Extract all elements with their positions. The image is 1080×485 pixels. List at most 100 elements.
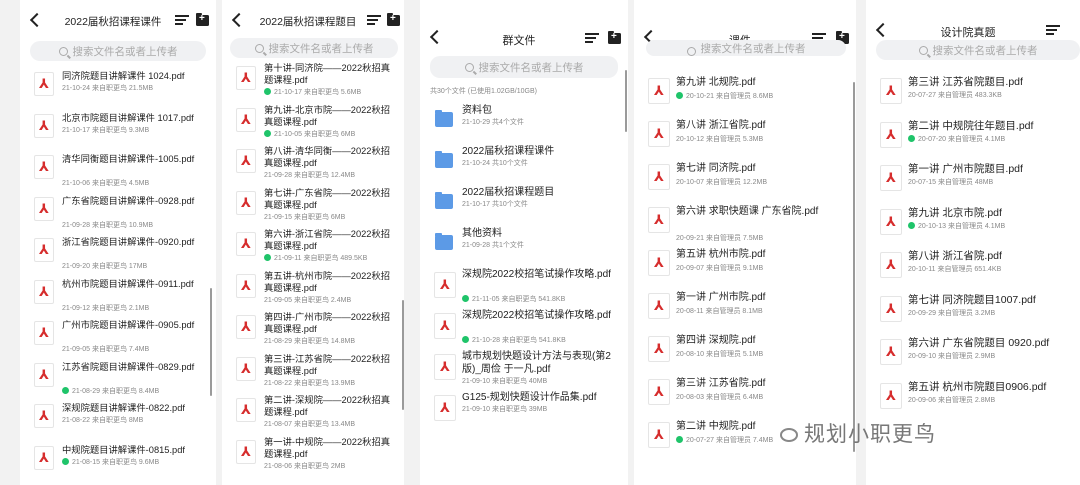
back-arrow-icon[interactable] bbox=[26, 10, 46, 30]
new-folder-icon[interactable] bbox=[387, 13, 400, 26]
sort-icon[interactable] bbox=[175, 15, 189, 27]
file-list-item[interactable]: ⅄ 第六讲-浙江省院——2022秋招真题课程.pdf 21-09-11 来自职更鸟 … bbox=[222, 228, 404, 270]
downloaded-check-icon bbox=[676, 436, 683, 443]
new-folder-icon[interactable] bbox=[196, 13, 209, 26]
file-meta: 21-10-24 来自职更鸟 21.5MB bbox=[62, 83, 153, 93]
file-list-item[interactable]: ⅄ 中规院题目讲解课件-0815.pdf 21-08-15 来自职更鸟 9.6MB bbox=[20, 444, 216, 485]
file-meta-text: 21-09-10 来自职更鸟 39MB bbox=[462, 406, 548, 413]
file-list-item[interactable]: ⅄ 第四讲 深规院.pdf 20-08-10 来自管理员 5.1MB bbox=[634, 334, 856, 377]
file-meta-text: 21-09-05 来自职更鸟 2.4MB bbox=[264, 296, 352, 304]
pdf-file-icon: ⅄ bbox=[648, 379, 670, 405]
file-meta: 21-10-29 共4个文件 bbox=[462, 117, 524, 127]
file-list-item[interactable]: ⅄ 第五讲 杭州市院.pdf 20-09-07 来自管理员 9.1MB bbox=[634, 248, 856, 291]
file-list-item[interactable]: ⅄ G125-规划快题设计作品集.pdf 21-09-10 来自职更鸟 39MB bbox=[420, 391, 628, 432]
file-meta: 20-07-27 来自管理员 7.4MB bbox=[676, 435, 773, 445]
file-list-item[interactable]: ⅄ 第一讲-中规院——2022秋招真题课程.pdf 21-08-06 来自职更鸟 2… bbox=[222, 436, 404, 478]
file-list-item[interactable]: ⅄ 第九讲 北规院.pdf 20-10-21 来自管理员 8.6MB bbox=[634, 76, 856, 119]
back-arrow-icon[interactable] bbox=[426, 27, 446, 47]
search-input[interactable]: 搜索文件名或者上传者 bbox=[30, 41, 206, 61]
file-list-item[interactable]: ⅄ 第三讲 江苏省院.pdf 20-08-03 来自管理员 6.4MB bbox=[634, 377, 856, 420]
file-name: 杭州市院题目讲解课件-0911.pdf bbox=[62, 278, 194, 289]
file-list-item[interactable]: ⅄ 第二讲-深规院——2022秋招真题课程.pdf 21-08-07 来自职更鸟 1… bbox=[222, 394, 404, 436]
pdf-file-icon: ⅄ bbox=[236, 315, 256, 339]
file-name: 第八讲-清华同衡——2022秋招真题课程.pdf bbox=[264, 146, 391, 168]
file-meta-text: 20-10-12 来自管理员 5.3MB bbox=[676, 136, 764, 143]
file-list-item[interactable]: ⅄ 同济院题目讲解课件 1024.pdf 21-10-24 来自职更鸟 21.5MB bbox=[20, 70, 216, 112]
back-arrow-icon[interactable] bbox=[872, 20, 892, 40]
sort-icon[interactable] bbox=[585, 33, 599, 45]
file-list-item[interactable]: 资料包 21-10-29 共4个文件 bbox=[420, 104, 628, 145]
file-list-item[interactable]: ⅄ 广州市院题目讲解课件-0905.pdf 21-09-05 来自职更鸟 7.4MB bbox=[20, 319, 216, 361]
file-meta-text: 21-10-05 来自职更鸟 6MB bbox=[274, 130, 356, 138]
file-meta-text: 21-09-28 来自职更鸟 12.4MB bbox=[264, 172, 356, 179]
file-meta-text: 20-10-11 来自管理员 651.4KB bbox=[908, 266, 1002, 273]
file-list-item[interactable]: ⅄ 深规院2022校招笔试操作攻略.pdf 21-11-05 来自职更鸟 541.8… bbox=[420, 268, 628, 309]
search-placeholder: 搜索文件名或者上传者 bbox=[478, 61, 584, 74]
file-meta-text: 21-10-17 来自职更鸟 5.6MB bbox=[274, 89, 362, 96]
folder-icon bbox=[435, 151, 453, 168]
file-list-item[interactable]: ⅄ 北京市院题目讲解课件 1017.pdf 21-10-17 来自职更鸟 9.3MB bbox=[20, 112, 216, 154]
pdf-file-icon: ⅄ bbox=[34, 72, 54, 96]
file-list-item[interactable]: ⅄ 第七讲 同济院.pdf 20-10-07 来自管理员 12.2MB bbox=[634, 162, 856, 205]
sort-icon[interactable] bbox=[367, 15, 381, 27]
file-list-item[interactable]: ⅄ 浙江省院题目讲解课件-0920.pdf 21-09-20 来自职更鸟 17MB bbox=[20, 236, 216, 278]
new-folder-icon[interactable] bbox=[608, 31, 621, 44]
file-list-item[interactable]: ⅄ 第三讲 江苏省院题目.pdf 20-07-27 来自管理员 483.3KB bbox=[866, 76, 1080, 120]
file-list-item[interactable]: ⅄ 第九讲 北京市院.pdf 20-10-13 来自管理员 4.1MB bbox=[866, 207, 1080, 251]
file-list-item[interactable]: ⅄ 第八讲 浙江省院.pdf 20-10-12 来自管理员 5.3MB bbox=[634, 119, 856, 162]
file-list-item[interactable]: ⅄ 第五讲-杭州市院——2022秋招真题课程.pdf 21-09-05 来自职更鸟 … bbox=[222, 270, 404, 312]
scrollbar[interactable] bbox=[402, 300, 404, 410]
file-meta-text: 20-08-10 来自管理员 5.1MB bbox=[676, 351, 764, 358]
back-arrow-icon[interactable] bbox=[228, 10, 248, 30]
file-list-item[interactable]: ⅄ 清华同衡题目讲解课件-1005.pdf 21-10-06 来自职更鸟 4.5MB bbox=[20, 153, 216, 195]
file-list-item[interactable]: ⅄ 第十讲-同济院——2022秋招真题课程.pdf 21-10-17 来自职更鸟 5… bbox=[222, 62, 404, 104]
file-name: 第三讲 江苏省院题目.pdf bbox=[908, 76, 1023, 88]
file-meta-text: 21-09-20 来自职更鸟 17MB bbox=[62, 263, 148, 270]
search-input[interactable]: 搜索文件名或者上传者 bbox=[646, 40, 846, 56]
file-name: 第九讲 北规院.pdf bbox=[676, 77, 756, 88]
search-input[interactable]: 搜索文件名或者上传者 bbox=[876, 40, 1080, 60]
scrollbar[interactable] bbox=[853, 82, 855, 452]
file-meta-text: 20-09-06 来自管理员 2.8MB bbox=[908, 396, 996, 404]
pdf-file-icon: ⅄ bbox=[34, 445, 54, 470]
search-input[interactable]: 搜索文件名或者上传者 bbox=[230, 38, 398, 58]
file-list-item[interactable]: ⅄ 第一讲 广州市院题目.pdf 20-07-15 来自管理员 48MB bbox=[866, 163, 1080, 207]
file-list-item[interactable]: ⅄ 第二讲 中规院往年题目.pdf 20-07-20 来自管理员 4.1MB bbox=[866, 120, 1080, 164]
page-title: 群文件 bbox=[502, 35, 536, 47]
downloaded-check-icon bbox=[62, 386, 69, 394]
file-list-item[interactable]: ⅄ 第八讲 浙江省院.pdf 20-10-11 来自管理员 651.4KB bbox=[866, 250, 1080, 294]
file-list-item[interactable]: ⅄ 江苏省院题目讲解课件-0829.pdf 21-08-29 来自职更鸟 8.4MB bbox=[20, 361, 216, 403]
file-list-item[interactable]: 其他资料 21-09-28 共1个文件 bbox=[420, 227, 628, 268]
page-title: 2022届秋招课程课件 bbox=[64, 16, 162, 28]
pdf-file-icon: ⅄ bbox=[648, 121, 670, 147]
file-name: 第七讲 同济院.pdf bbox=[676, 163, 756, 174]
file-list-item[interactable]: ⅄ 第三讲-江苏省院——2022秋招真题课程.pdf 21-08-22 来自职更鸟 … bbox=[222, 353, 404, 395]
file-meta-text: 21-11-05 来自职更鸟 541.8KB bbox=[472, 296, 566, 303]
file-list-item[interactable]: ⅄ 深规院题目讲解课件-0822.pdf 21-08-22 来自职更鸟 8MB bbox=[20, 402, 216, 444]
file-list-item[interactable]: ⅄ 第六讲 求职快题课 广东省院.pdf 20-09-21 来自管理员 7.5MB bbox=[634, 205, 856, 248]
file-list-item[interactable]: ⅄ 第四讲-广州市院——2022秋招真题课程.pdf 21-08-29 来自职更鸟 … bbox=[222, 311, 404, 353]
file-list-item[interactable]: ⅄ 第八讲-清华同衡——2022秋招真题课程.pdf 21-09-28 来自职更鸟 … bbox=[222, 145, 404, 187]
file-list-item[interactable]: ⅄ 第七讲 同济院题目1007.pdf 20-09-29 来自管理员 3.2MB bbox=[866, 294, 1080, 338]
search-icon bbox=[58, 46, 68, 56]
pdf-file-icon: ⅄ bbox=[880, 121, 902, 148]
file-list-item[interactable]: ⅄ 第一讲 广州市院.pdf 20-08-11 来自管理员 8.1MB bbox=[634, 291, 856, 334]
file-list-item[interactable]: ⅄ 城市规划快题设计方法与表现(第2版)_周俭 于一凡.pdf 21-09-10 来… bbox=[420, 350, 628, 391]
file-list-item[interactable]: ⅄ 杭州市院题目讲解课件-0911.pdf 21-09-12 来自职更鸟 2.1MB bbox=[20, 278, 216, 320]
pdf-file-icon: ⅄ bbox=[236, 356, 256, 381]
file-list-item[interactable]: ⅄ 第七讲-广东省院——2022秋招真题课程.pdf 21-09-15 来自职更鸟 … bbox=[222, 187, 404, 229]
scrollbar[interactable] bbox=[210, 288, 212, 396]
scrollbar[interactable] bbox=[625, 70, 627, 132]
search-input[interactable]: 搜索文件名或者上传者 bbox=[430, 56, 618, 78]
file-list-item[interactable]: ⅄ 广东省院题目讲解课件-0928.pdf 21-09-28 来自职更鸟 10.9M… bbox=[20, 195, 216, 237]
file-meta-text: 20-09-21 来自管理员 7.5MB bbox=[676, 235, 764, 242]
pdf-file-icon: ⅄ bbox=[236, 398, 256, 422]
file-list-item[interactable]: 2022届秋招课程课件 21-10-24 共10个文件 bbox=[420, 145, 628, 186]
sort-icon[interactable] bbox=[1046, 25, 1060, 37]
file-list-item[interactable]: ⅄ 深规院2022校招笔试操作攻略.pdf 21-10-28 来自职更鸟 541.8… bbox=[420, 309, 628, 350]
file-list-item[interactable]: ⅄ 第六讲 广东省院题目 0920.pdf 20-09-10 来自管理员 2.9MB bbox=[866, 337, 1080, 381]
pdf-file-icon: ⅄ bbox=[648, 250, 670, 276]
search-icon bbox=[464, 62, 474, 72]
file-list-item[interactable]: 2022届秋招课程题目 21-10-17 共10个文件 bbox=[420, 186, 628, 227]
file-list-item[interactable]: ⅄ 第九讲-北京市院——2022秋招真题课程.pdf 21-10-05 来自职更鸟 … bbox=[222, 104, 404, 146]
